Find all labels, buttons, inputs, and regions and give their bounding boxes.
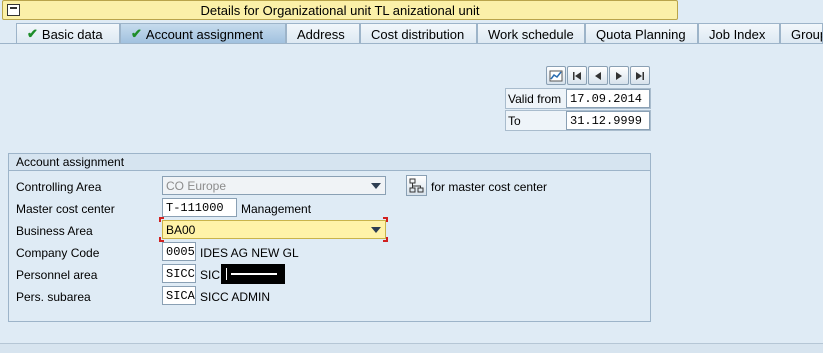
redacted-text	[221, 264, 285, 284]
tab-label: Account assignment	[145, 26, 263, 42]
pers-subarea-field[interactable]: SICA	[162, 286, 196, 305]
company-code-label: Company Code	[16, 246, 100, 260]
tab-cost-distribution[interactable]: Cost distribution	[360, 23, 477, 44]
master-cost-center-icon[interactable]	[406, 175, 427, 196]
window-title-bar: Details for Organizational unit TL aniza…	[2, 0, 678, 20]
tab-account-assignment[interactable]: ✔ Account assignment	[120, 23, 286, 44]
valid-to-field[interactable]: 31.12.9999	[566, 111, 650, 130]
next-icon[interactable]	[609, 66, 629, 85]
required-marker	[159, 217, 164, 222]
dropdown-arrow-icon	[371, 227, 381, 233]
pers-subarea-label: Pers. subarea	[16, 290, 91, 304]
personnel-area-label: Personnel area	[16, 268, 98, 282]
required-marker	[383, 217, 388, 222]
company-code-text: IDES AG NEW GL	[200, 246, 299, 260]
tab-group[interactable]: Group	[780, 23, 823, 44]
check-icon: ✔	[27, 26, 38, 41]
valid-from-label: Valid from	[508, 92, 562, 106]
master-cost-center-field[interactable]: T-111000	[162, 198, 237, 217]
first-page-icon[interactable]	[567, 66, 587, 85]
tab-divider	[0, 43, 823, 44]
controlling-area-label: Controlling Area	[16, 180, 102, 194]
master-cost-center-text: Management	[241, 202, 312, 216]
last-page-icon[interactable]	[630, 66, 650, 85]
personnel-area-field[interactable]: SICC	[162, 264, 196, 283]
tab-basic-data[interactable]: ✔ Basic data	[16, 23, 120, 44]
valid-to-label: To	[508, 114, 521, 128]
check-icon: ✔	[131, 26, 142, 41]
tab-label: Work schedule	[488, 26, 574, 42]
overview-icon[interactable]	[546, 66, 566, 85]
controlling-area-dropdown: CO Europe	[162, 176, 386, 195]
master-cost-center-label: Master cost center	[16, 202, 115, 216]
tab-quota-planning[interactable]: Quota Planning	[585, 23, 698, 44]
tab-label: Group	[791, 26, 822, 42]
dropdown-arrow-icon	[371, 183, 381, 189]
status-bar	[0, 343, 823, 353]
window-title: Details for Organizational unit TL aniza…	[200, 3, 480, 18]
group-header: Account assignment	[9, 154, 650, 171]
tab-label: Job Index	[709, 26, 766, 42]
tab-label: Cost distribution	[371, 26, 465, 42]
tab-label: Address	[297, 26, 345, 42]
period-navigation	[546, 66, 650, 85]
valid-from-field[interactable]: 17.09.2014	[566, 89, 650, 108]
required-marker	[383, 237, 388, 242]
tab-label: Quota Planning	[596, 26, 686, 42]
tab-job-index[interactable]: Job Index	[698, 23, 780, 44]
tab-label: Basic data	[41, 26, 103, 42]
controlling-area-value: CO Europe	[166, 179, 227, 193]
tab-work-schedule[interactable]: Work schedule	[477, 23, 585, 44]
previous-icon[interactable]	[588, 66, 608, 85]
personnel-area-text: SIC	[200, 268, 221, 282]
business-area-dropdown[interactable]: BA00	[162, 220, 386, 239]
tab-strip: ✔ Basic data ✔ Account assignment Addres…	[0, 23, 823, 44]
company-code-field[interactable]: 0005	[162, 242, 196, 261]
master-cost-center-link-text: for master cost center	[431, 180, 548, 194]
business-area-value: BA00	[166, 223, 196, 237]
tab-address[interactable]: Address	[286, 23, 360, 44]
business-area-label: Business Area	[16, 224, 93, 238]
pers-subarea-text: SICC ADMIN	[200, 290, 271, 304]
